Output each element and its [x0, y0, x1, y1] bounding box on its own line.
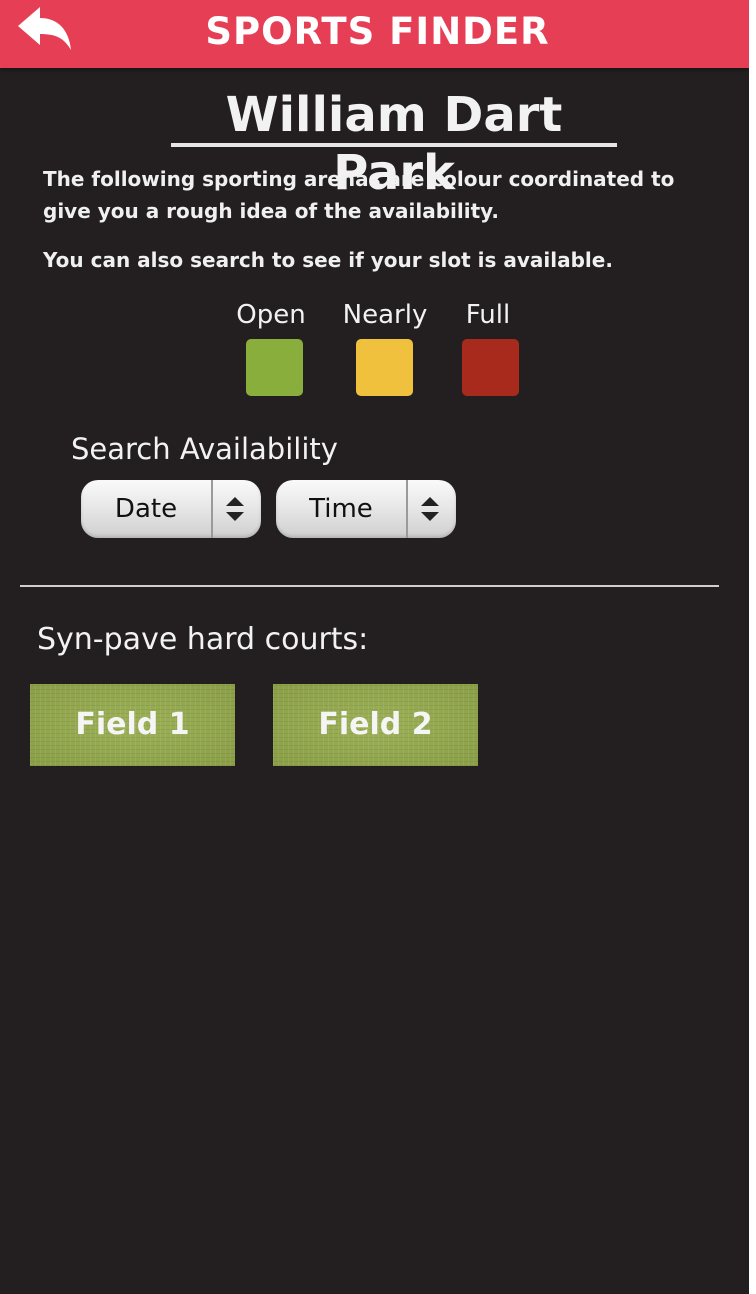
app-title: SPORTS FINDER — [205, 10, 550, 53]
field-2-label: Field 2 — [318, 707, 433, 742]
legend-label-full: Full — [465, 300, 511, 330]
legend-swatch-open — [246, 339, 303, 396]
section-divider — [20, 585, 719, 587]
courts-section-label: Syn-pave hard courts: — [37, 622, 369, 657]
intro-search-text: You can also search to see if your slot … — [43, 248, 613, 272]
date-picker-label: Date — [114, 494, 178, 524]
title-underline — [171, 143, 617, 147]
intro-text: The following sporting arenas are colour… — [43, 167, 675, 223]
time-picker-label: Time — [309, 494, 373, 524]
date-picker[interactable]: Date — [81, 480, 261, 538]
legend-swatch-nearly — [356, 339, 413, 396]
field-1-label: Field 1 — [75, 707, 190, 742]
search-availability-label: Search Availability — [71, 432, 338, 466]
legend-swatch-full — [462, 339, 519, 396]
field-1-button[interactable]: Field 1 — [30, 684, 235, 766]
right-edge-border — [749, 0, 756, 1294]
legend-label-nearly: Nearly — [342, 300, 428, 330]
picker-divider — [211, 480, 213, 538]
time-picker[interactable]: Time — [276, 480, 456, 538]
up-down-arrows-icon — [221, 494, 249, 528]
up-down-arrows-icon — [416, 494, 444, 528]
app-header: SPORTS FINDER — [0, 0, 749, 68]
field-2-button[interactable]: Field 2 — [273, 684, 478, 766]
picker-divider — [406, 480, 408, 538]
legend-label-open: Open — [236, 300, 306, 330]
